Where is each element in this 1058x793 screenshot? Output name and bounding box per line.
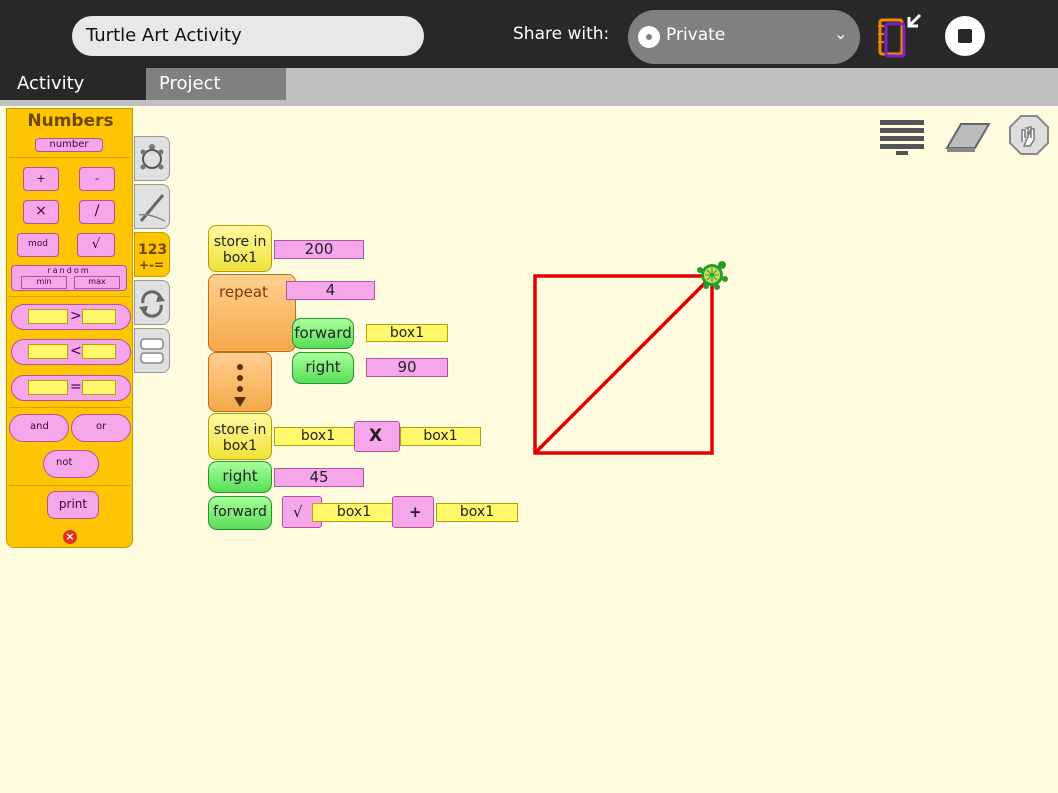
plus-block[interactable]: + (392, 496, 434, 528)
palette-divider (9, 407, 130, 408)
turtle-drawing (533, 261, 728, 455)
blocks-palette-tab[interactable] (134, 328, 170, 373)
svg-text:+-=: +-= (139, 258, 164, 272)
palette-title: Numbers (27, 111, 114, 131)
svg-text:123: 123 (138, 242, 167, 258)
less-than-label: < (70, 343, 82, 359)
plus-block[interactable]: + (23, 167, 59, 191)
diagonal-path (533, 274, 714, 455)
box1-block[interactable]: box1 (400, 427, 481, 446)
greater-than-block[interactable]: > (11, 304, 131, 330)
journal-keep-icon (878, 13, 922, 58)
equal-label: = (70, 379, 82, 395)
share-with-label: Share with: (513, 24, 610, 44)
share-with-dropdown[interactable]: Private ⌄ (628, 10, 860, 64)
box1-block[interactable]: box1 (312, 503, 396, 522)
number-200-block[interactable]: 200 (274, 240, 364, 259)
slot (28, 309, 68, 324)
numbers-palette: Numbers number + - × / mod √ random min … (6, 108, 133, 548)
less-than-block[interactable]: < (11, 339, 131, 365)
chevron-down-icon: ⌄ (834, 24, 848, 43)
pen-icon (138, 194, 166, 222)
forward-block[interactable]: forward (208, 496, 272, 530)
slot (82, 380, 116, 395)
equal-block[interactable]: = (11, 375, 131, 401)
mod-block[interactable]: mod (17, 233, 59, 257)
close-palette-icon[interactable]: × (63, 530, 77, 544)
numbers-icon: 123 +-= (138, 242, 167, 272)
store-in-box1-block[interactable]: store in box1 (208, 413, 272, 460)
box1-block[interactable]: box1 (274, 427, 362, 446)
turtle-icon (140, 144, 164, 170)
number-4-block[interactable]: 4 (286, 281, 375, 300)
tab-activity[interactable]: Activity (0, 68, 146, 100)
eraser-icon[interactable] (943, 118, 991, 154)
box1-block[interactable]: box1 (436, 503, 518, 522)
stop-button[interactable] (945, 16, 985, 56)
share-with-value: Private (666, 25, 726, 45)
tab-project[interactable]: Project (146, 68, 286, 100)
greater-than-label: > (70, 308, 82, 324)
repeat-block[interactable]: repeat (208, 274, 296, 352)
numbers-palette-tab[interactable]: 123 +-= (134, 232, 170, 277)
repeat-block-end (208, 352, 272, 412)
box1-block[interactable]: box1 (366, 324, 448, 342)
down-arrow-icon (234, 364, 246, 407)
palette-divider (9, 485, 130, 486)
slot (28, 380, 68, 395)
sqrt-block[interactable]: √ (77, 233, 115, 257)
slot (82, 344, 116, 359)
random-label: random (47, 266, 91, 275)
slot (82, 309, 116, 324)
forward-block[interactable]: forward (292, 318, 354, 349)
random-block[interactable]: random min max (11, 265, 127, 291)
right-block[interactable]: right (292, 352, 354, 384)
store-in-box1-block[interactable]: store in box1 (208, 225, 272, 272)
right-block[interactable]: right (208, 461, 272, 493)
and-block[interactable]: and (9, 414, 69, 442)
private-icon (638, 26, 660, 48)
random-min-label: min (21, 276, 67, 289)
activity-title-input[interactable]: Turtle Art Activity (72, 16, 424, 56)
slot (28, 344, 68, 359)
number-block[interactable]: number (35, 138, 103, 152)
multiply-block[interactable]: X (354, 421, 400, 452)
not-block[interactable]: not (43, 450, 99, 478)
flow-palette-tab[interactable] (134, 280, 170, 325)
or-block[interactable]: or (71, 414, 131, 442)
pen-palette-tab[interactable] (134, 184, 170, 229)
blocks-icon (140, 338, 164, 364)
journal-keep-button[interactable] (872, 12, 924, 60)
tab-bar: Activity Project (0, 68, 1058, 106)
number-90-block[interactable]: 90 (366, 358, 448, 377)
multiply-block[interactable]: × (23, 200, 59, 224)
minus-block[interactable]: - (79, 167, 115, 191)
turtle-palette-tab[interactable] (134, 136, 170, 181)
stop-turtle-icon[interactable] (1008, 114, 1050, 156)
palette-divider (9, 296, 130, 297)
palette-divider (9, 157, 130, 158)
print-block[interactable]: print (47, 491, 99, 519)
number-45-block[interactable]: 45 (274, 468, 364, 487)
top-toolbar: Turtle Art Activity Share with: Private … (0, 0, 1058, 68)
random-max-label: max (74, 276, 120, 289)
divide-block[interactable]: / (79, 200, 115, 224)
hide-blocks-icon[interactable] (878, 116, 926, 156)
flow-icon (139, 290, 165, 318)
